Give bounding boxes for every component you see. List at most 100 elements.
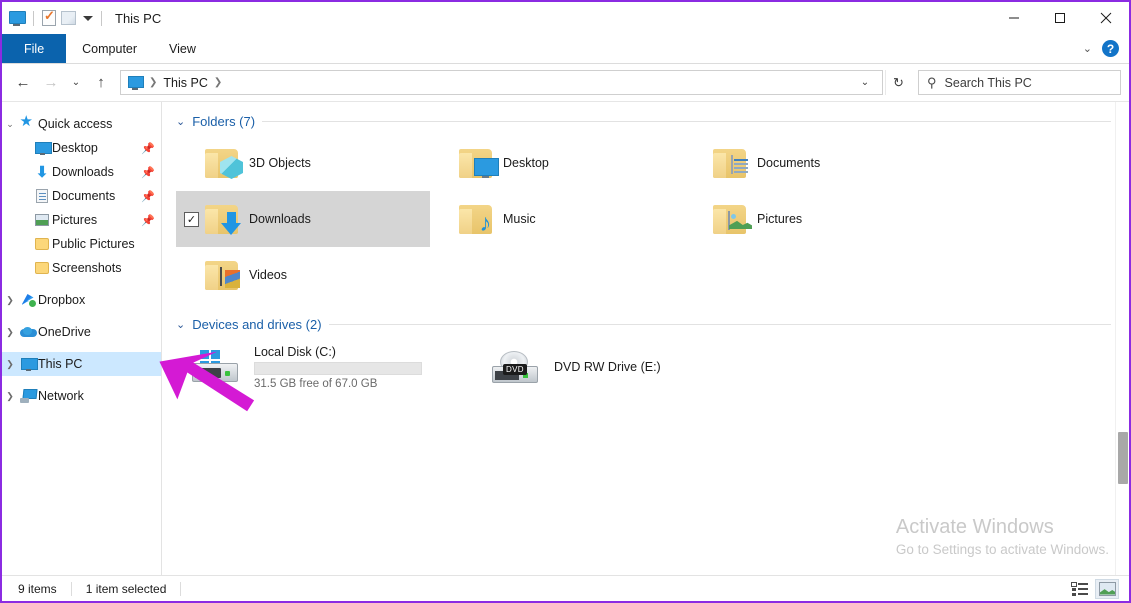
sidebar-item-desktop[interactable]: Desktop 📌 — [2, 136, 161, 160]
list-item[interactable]: Videos — [176, 247, 430, 303]
item-label: Music — [503, 212, 536, 226]
drive-info: DVD RW Drive (E:) — [554, 360, 661, 374]
sidebar-item-label: This PC — [38, 357, 83, 371]
details-view-button[interactable] — [1067, 579, 1091, 599]
up-button[interactable]: ↑ — [88, 70, 114, 96]
sidebar-item-this-pc[interactable]: ❯ This PC — [2, 352, 161, 376]
sidebar-item-network[interactable]: ❯ Network — [2, 384, 161, 408]
address-dropdown-icon[interactable]: ⌄ — [854, 70, 876, 95]
pin-icon[interactable]: 📌 — [141, 166, 155, 179]
pin-icon[interactable]: 📌 — [141, 190, 155, 203]
document-icon — [32, 189, 52, 203]
list-item[interactable]: Documents — [684, 135, 938, 191]
list-item[interactable]: Pictures — [684, 191, 938, 247]
address-field[interactable]: ❯ This PC ❯ ⌄ — [120, 70, 883, 95]
folder-downloads-icon — [199, 203, 249, 235]
breadcrumb-separator-icon[interactable]: ❯ — [214, 77, 222, 88]
dvd-badge-label: DVD — [503, 364, 527, 375]
sidebar-item-label: Documents — [52, 189, 116, 203]
list-item[interactable]: DVD DVD RW Drive (E:) — [476, 336, 776, 398]
chevron-down-icon[interactable]: ⌄ — [1083, 42, 1092, 55]
tab-computer[interactable]: Computer — [66, 34, 153, 63]
chevron-right-icon[interactable]: ❯ — [2, 359, 18, 370]
group-header-folders[interactable]: ⌄ Folders (7) — [162, 102, 1129, 129]
sidebar-item-quick-access[interactable]: ⌄ Quick access — [2, 112, 161, 136]
sidebar-item-downloads[interactable]: ⬇ Downloads 📌 — [2, 160, 161, 184]
window-controls — [991, 2, 1129, 34]
drive-info: Local Disk (C:) 31.5 GB free of 67.0 GB — [254, 345, 422, 390]
chevron-down-icon[interactable]: ⌄ — [2, 119, 18, 130]
tab-view[interactable]: View — [153, 34, 212, 63]
desktop-icon — [32, 141, 52, 155]
chevron-right-icon[interactable]: ❯ — [2, 295, 18, 306]
folder-documents-icon — [707, 147, 757, 179]
sidebar-item-label: Downloads — [52, 165, 114, 179]
list-item[interactable]: Desktop — [430, 135, 684, 191]
properties-icon[interactable] — [42, 8, 56, 26]
sidebar-item-screenshots[interactable]: Screenshots — [2, 256, 161, 280]
scrollbar-thumb[interactable] — [1118, 432, 1128, 484]
sidebar-item-label: Network — [38, 389, 84, 403]
forward-button[interactable]: → — [38, 70, 64, 96]
activate-windows-watermark: Activate Windows Go to Settings to activ… — [896, 516, 1109, 557]
refresh-button[interactable]: ↻ — [885, 70, 911, 95]
status-divider — [70, 581, 72, 596]
sidebar-item-dropbox[interactable]: ❯ Dropbox — [2, 288, 161, 312]
pin-icon[interactable]: 📌 — [141, 142, 155, 155]
sidebar-item-documents[interactable]: Documents 📌 — [2, 184, 161, 208]
dvd-drive-icon: DVD — [476, 351, 554, 383]
status-item-count: 9 items — [18, 581, 57, 596]
folder-icon — [32, 262, 52, 274]
vertical-scrollbar[interactable] — [1115, 102, 1129, 575]
help-icon[interactable]: ? — [1102, 40, 1119, 57]
file-list-pane[interactable]: ⌄ Folders (7) 3D Objects Desktop Documen… — [162, 102, 1129, 575]
large-icons-view-button[interactable] — [1095, 578, 1119, 599]
list-item[interactable]: Local Disk (C:) 31.5 GB free of 67.0 GB — [176, 336, 476, 398]
watermark-title: Activate Windows — [895, 516, 1054, 538]
tab-file[interactable]: File — [2, 34, 67, 63]
minimize-button[interactable] — [991, 2, 1037, 34]
download-icon: ⬇ — [35, 163, 49, 181]
recent-locations-button[interactable]: ⌄ — [66, 70, 86, 96]
group-rule — [262, 121, 1111, 122]
item-label: Pictures — [757, 212, 803, 226]
pin-icon[interactable]: 📌 — [141, 214, 155, 227]
breadcrumb-this-pc[interactable]: This PC — [163, 76, 207, 90]
sidebar-item-label: Desktop — [52, 141, 98, 155]
item-checkbox[interactable]: ✓ — [184, 211, 199, 227]
sidebar-item-label: Pictures — [52, 213, 98, 227]
breadcrumb-separator-icon: ❯ — [149, 77, 158, 88]
chevron-right-icon[interactable]: ❯ — [2, 391, 18, 402]
new-folder-icon[interactable] — [61, 11, 76, 25]
search-box[interactable]: ⚲ Search This PC — [918, 70, 1121, 95]
customize-dropdown-icon[interactable] — [83, 15, 93, 21]
watermark-subtitle: Go to Settings to activate Windows. — [895, 542, 1109, 557]
toolbar-divider — [101, 10, 102, 26]
sidebar-item-onedrive[interactable]: ❯ OneDrive — [2, 320, 161, 344]
chevron-right-icon[interactable]: ❯ — [2, 327, 18, 338]
list-item[interactable]: ✓ Downloads — [176, 191, 430, 247]
maximize-button[interactable] — [1037, 2, 1083, 34]
drive-free-space: 31.5 GB free of 67.0 GB — [254, 377, 378, 390]
sidebar-item-pictures[interactable]: Pictures 📌 — [2, 208, 161, 232]
this-pc-icon — [127, 75, 144, 90]
group-header-devices[interactable]: ⌄ Devices and drives (2) — [162, 303, 1129, 332]
back-button[interactable]: ← — [10, 70, 36, 96]
star-icon — [18, 112, 38, 131]
chevron-down-icon[interactable]: ⌄ — [176, 318, 185, 331]
capacity-bar — [254, 361, 422, 375]
status-selection: 1 item selected — [85, 581, 167, 596]
list-item[interactable]: 3D Objects — [176, 135, 430, 191]
close-button[interactable] — [1083, 2, 1129, 34]
this-pc-icon — [18, 357, 38, 371]
sidebar-item-public-pictures[interactable]: Public Pictures — [2, 232, 161, 256]
group-title: Folders (7) — [192, 114, 256, 129]
chevron-down-icon[interactable]: ⌄ — [176, 115, 185, 128]
list-item[interactable]: ♪ Music — [430, 191, 684, 247]
item-label: Videos — [249, 268, 287, 282]
folder-videos-icon — [199, 259, 249, 291]
onedrive-icon — [18, 326, 38, 338]
